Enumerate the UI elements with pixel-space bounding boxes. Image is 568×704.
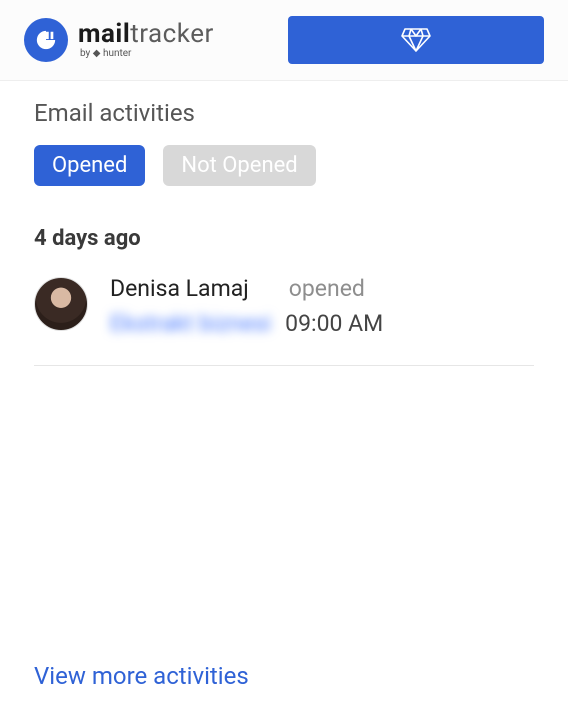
upgrade-button[interactable] — [288, 16, 544, 64]
filter-tabs: Opened Not Opened — [34, 145, 534, 186]
brand-subtitle: by ◆ hunter — [80, 49, 214, 59]
activity-status: opened — [289, 275, 365, 302]
avatar — [34, 277, 88, 331]
tab-not-opened[interactable]: Not Opened — [163, 145, 315, 186]
logo-icon — [24, 18, 68, 62]
view-more-link[interactable]: View more activities — [34, 662, 249, 690]
brand-name-bold: mail — [78, 19, 130, 49]
tab-opened[interactable]: Opened — [34, 145, 145, 186]
activity-row[interactable]: Denisa Lamaj opened Ekstrakt biznesi 09:… — [34, 275, 534, 366]
logo[interactable]: mailtracker by ◆ hunter — [24, 18, 214, 62]
time-group-label: 4 days ago — [34, 226, 534, 251]
brand-name-light: tracker — [130, 19, 214, 49]
diamond-icon — [401, 27, 431, 53]
email-subject[interactable]: Ekstrakt biznesi — [110, 310, 271, 337]
app-header: mailtracker by ◆ hunter — [0, 0, 568, 81]
logo-text: mailtracker by ◆ hunter — [78, 21, 214, 59]
content-area: Email activities Opened Not Opened 4 day… — [0, 81, 568, 366]
activity-time: 09:00 AM — [285, 310, 383, 337]
activity-body: Denisa Lamaj opened Ekstrakt biznesi 09:… — [110, 275, 534, 337]
person-name: Denisa Lamaj — [110, 275, 249, 302]
section-title: Email activities — [34, 99, 534, 127]
